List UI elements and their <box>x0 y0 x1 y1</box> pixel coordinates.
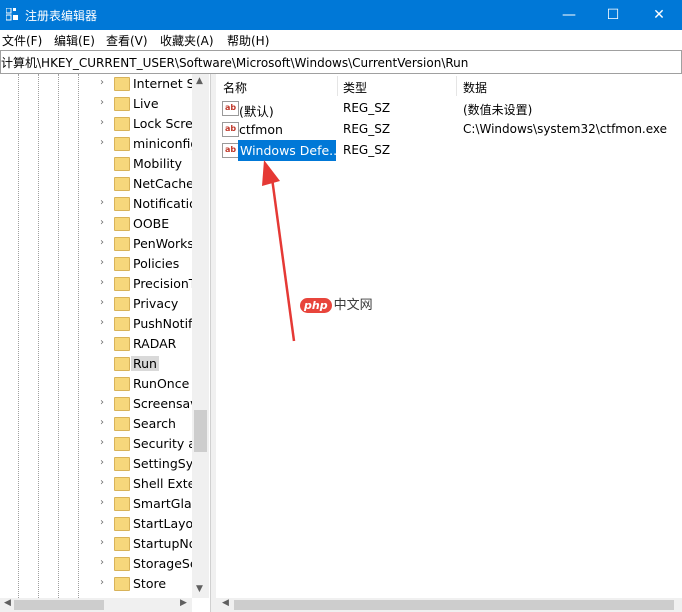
watermark: php 中文网 <box>300 294 373 313</box>
watermark-text: 中文网 <box>333 298 373 313</box>
arrow-head <box>262 160 280 186</box>
arrow-shaft <box>270 177 296 342</box>
php-logo: php <box>300 298 332 313</box>
